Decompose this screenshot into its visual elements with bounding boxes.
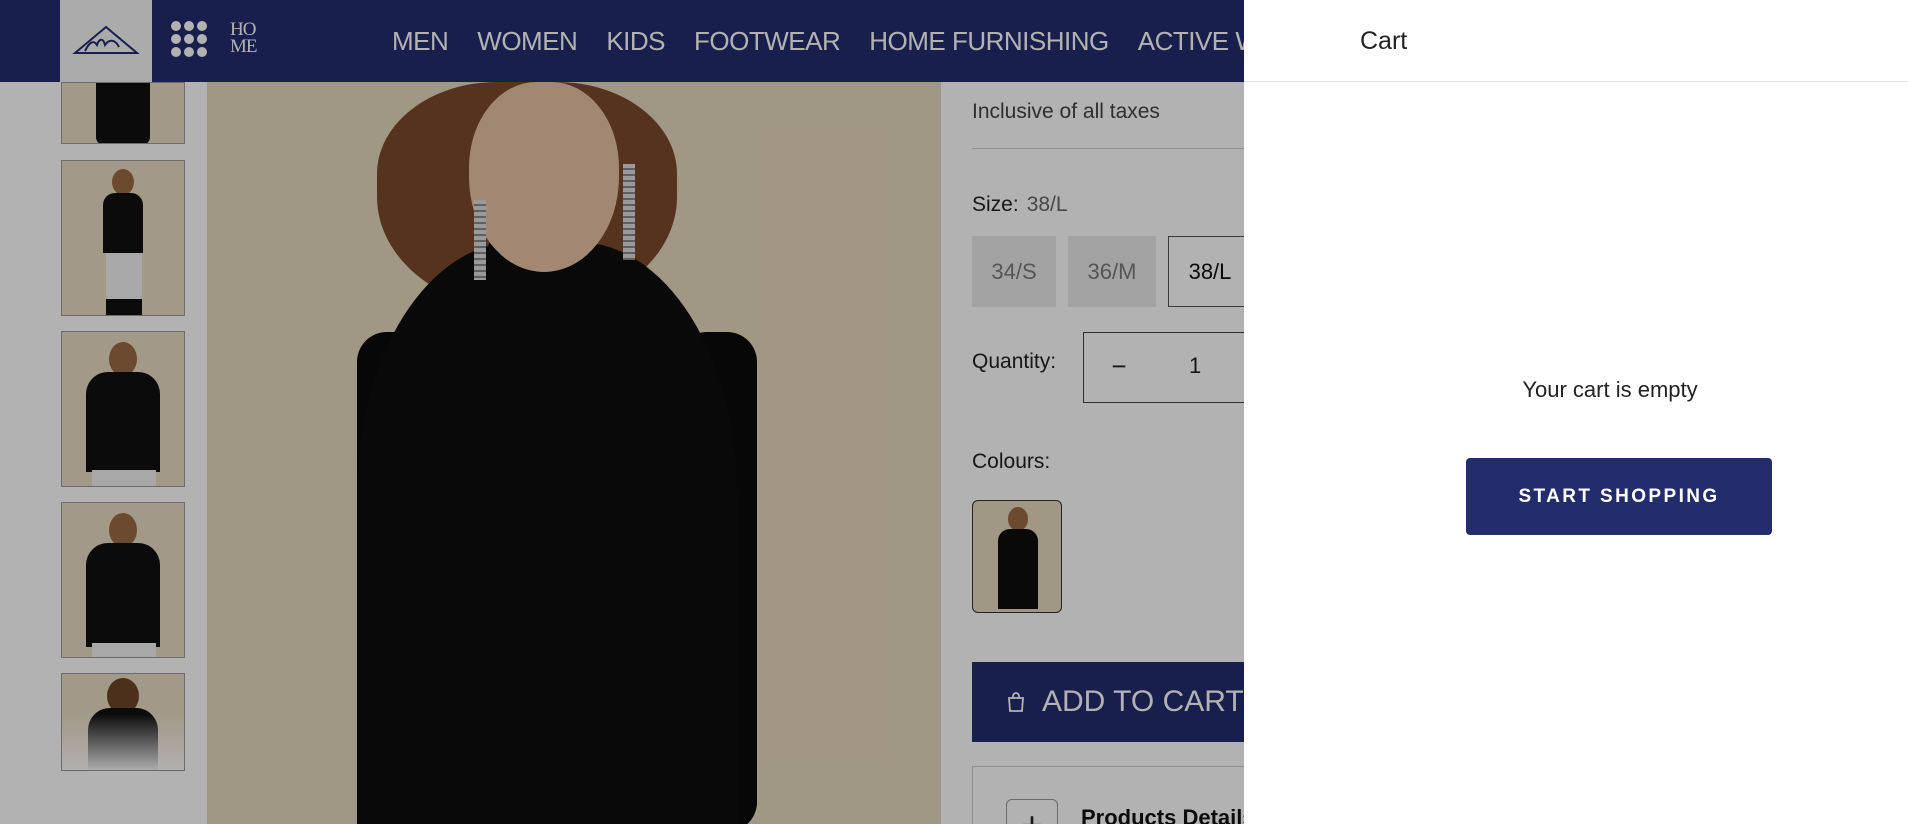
cart-drawer-header: Cart	[1244, 0, 1908, 82]
modal-backdrop[interactable]	[0, 0, 1244, 824]
cart-drawer: Cart Your cart is empty START SHOPPING	[1244, 0, 1908, 824]
cart-title: Cart	[1360, 27, 1408, 55]
cart-empty-message: Your cart is empty	[1522, 377, 1698, 402]
start-shopping-button[interactable]: START SHOPPING	[1466, 458, 1772, 535]
